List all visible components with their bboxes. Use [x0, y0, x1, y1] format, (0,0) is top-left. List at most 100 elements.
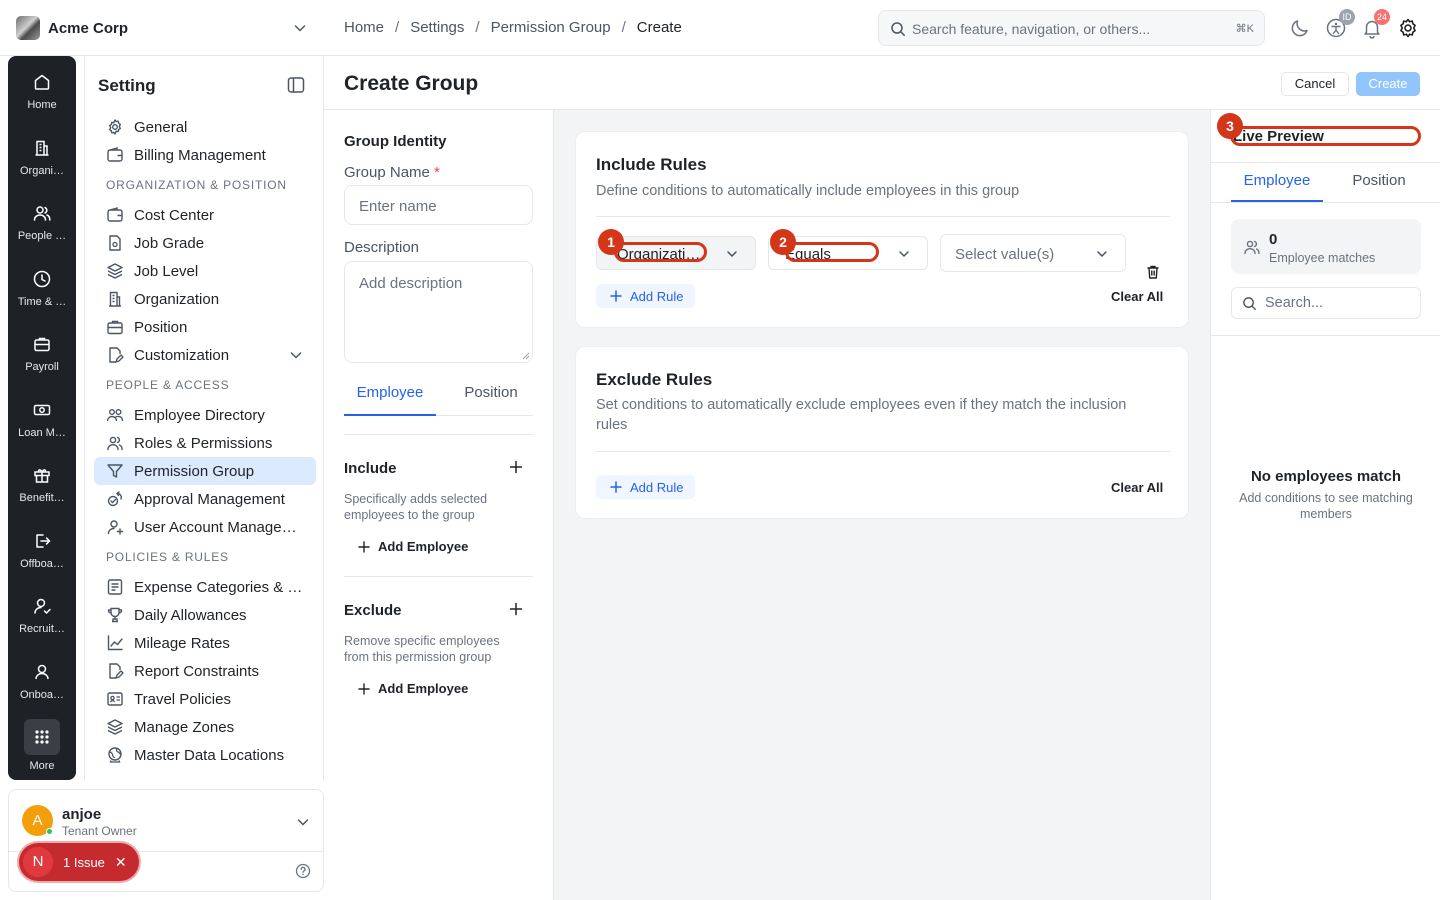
sidebar-item-customization[interactable]: Customization [94, 341, 316, 369]
breadcrumb-settings[interactable]: Settings [410, 19, 464, 36]
chevron-down-icon[interactable] [295, 814, 311, 830]
sidebar-item-employee-directory[interactable]: Employee Directory [94, 401, 316, 429]
exclude-clear-all-button[interactable]: Clear All [1111, 480, 1163, 495]
sidebar-item-user-account-management[interactable]: User Account Management [94, 513, 316, 541]
divider [344, 576, 533, 577]
group-name-placeholder: Enter name [359, 198, 437, 215]
sidebar-item-master-data-locations[interactable]: Master Data Locations [94, 741, 316, 769]
sidebar-item-general[interactable]: General [94, 113, 316, 141]
rail-item-time[interactable]: Time & … [8, 269, 76, 331]
divider [596, 451, 1170, 452]
clock-icon [8, 269, 76, 289]
chevron-down-icon[interactable] [292, 20, 308, 36]
sidebar-item-billing[interactable]: Billing Management [94, 141, 316, 169]
sidebar-item-label: Travel Policies [134, 690, 231, 708]
sidebar-item-expense-categories[interactable]: Expense Categories & … [94, 573, 316, 601]
sidebar-item-job-level[interactable]: Job Level [94, 257, 316, 285]
sidebar-item-position[interactable]: Position [94, 313, 316, 341]
empty-state-description: Add conditions to see matching members [1239, 491, 1413, 521]
breadcrumb: Home / Settings / Permission Group / Cre… [344, 19, 682, 36]
rail-item-home[interactable]: Home [8, 72, 76, 134]
resize-handle-icon[interactable] [522, 352, 530, 360]
rail-label: Home [27, 99, 57, 111]
settings-sidebar: Setting General Billing Management ORGAN… [84, 56, 324, 780]
org-switcher[interactable]: Acme Corp [16, 16, 128, 40]
moon-icon[interactable] [1288, 16, 1312, 40]
wallet-icon [106, 206, 124, 224]
sidebar-item-label: Customization [134, 346, 230, 364]
sidebar-item-job-grade[interactable]: Job Grade [94, 229, 316, 257]
plus-icon [610, 290, 630, 302]
sidebar-collapse-icon[interactable] [287, 76, 305, 94]
rail-label: Benefit… [19, 492, 65, 504]
sidebar-item-permission-group[interactable]: Permission Group [94, 457, 316, 485]
delete-rule-trash-icon[interactable] [1145, 264, 1161, 280]
sidebar-item-approval-management[interactable]: Approval Management [94, 485, 316, 513]
rail-label: Onboa… [19, 689, 65, 701]
building-icon [8, 138, 76, 158]
chevron-down-icon [727, 251, 737, 258]
sidebar-item-daily-allowances[interactable]: Daily Allowances [94, 601, 316, 629]
rail-label: Offboa… [20, 558, 64, 570]
sidebar-item-manage-zones[interactable]: Manage Zones [94, 713, 316, 741]
sidebar-item-report-constraints[interactable]: Report Constraints [94, 657, 316, 685]
user-icon [106, 518, 124, 536]
cancel-button[interactable]: Cancel [1281, 72, 1349, 96]
description-textarea[interactable]: Add description [344, 261, 533, 363]
include-clear-all-button[interactable]: Clear All [1111, 289, 1163, 304]
create-button[interactable]: Create [1356, 72, 1420, 96]
rail-item-organization[interactable]: Organi… [8, 138, 76, 200]
exclude-add-rule-button[interactable]: Add Rule [596, 475, 695, 499]
rail-item-offboarding[interactable]: Offboa… [8, 531, 76, 593]
add-exclude-employee-button[interactable]: Add Employee [358, 681, 468, 696]
rail-label: Loan M… [18, 427, 66, 439]
sidebar-item-cost-center[interactable]: Cost Center [94, 201, 316, 229]
rail-item-more[interactable]: More [8, 719, 76, 781]
rail-item-loan[interactable]: Loan M… [8, 400, 76, 462]
preview-tab-employee[interactable]: Employee [1231, 172, 1323, 202]
breadcrumb-permission-group[interactable]: Permission Group [491, 19, 611, 36]
tab-position[interactable]: Position [448, 380, 534, 416]
document-icon [106, 234, 124, 252]
rules-canvas: Include Rules Define conditions to autom… [554, 110, 1210, 900]
sidebar-item-mileage-rates[interactable]: Mileage Rates [94, 629, 316, 657]
group-name-input[interactable]: Enter name [344, 185, 533, 225]
sidebar-item-organization[interactable]: Organization [94, 285, 316, 313]
logout-icon [8, 531, 76, 551]
rail-item-people[interactable]: People … [8, 203, 76, 265]
include-rules-title: Include Rules [596, 155, 707, 174]
preview-search-input[interactable]: Search... [1231, 287, 1421, 319]
add-include-employee-button[interactable]: Add Employee [358, 539, 468, 554]
plus-icon [610, 481, 630, 493]
rail-item-payroll[interactable]: Payroll [8, 334, 76, 396]
preview-tab-position[interactable]: Position [1333, 172, 1425, 202]
sidebar-item-label: Mileage Rates [134, 634, 230, 652]
rail-item-benefits[interactable]: Benefit… [8, 465, 76, 527]
list-icon [106, 578, 124, 596]
tab-employee[interactable]: Employee [344, 380, 436, 416]
sidebar-item-label: Manage Zones [134, 718, 235, 736]
sidebar-item-travel-policies[interactable]: Travel Policies [94, 685, 316, 713]
grid-icon [24, 719, 60, 755]
chevron-down-icon [1097, 251, 1107, 258]
rail-item-onboarding[interactable]: Onboa… [8, 662, 76, 724]
sidebar-item-roles-permissions[interactable]: Roles & Permissions [94, 429, 316, 457]
gear-icon[interactable] [1396, 16, 1420, 40]
add-exclude-plus-icon[interactable] [509, 602, 523, 616]
search-icon [1242, 296, 1257, 311]
help-icon[interactable] [295, 863, 311, 879]
plus-icon [358, 540, 378, 553]
include-add-rule-button[interactable]: Add Rule [596, 284, 695, 308]
chevron-down-icon[interactable] [288, 347, 304, 363]
add-include-plus-icon[interactable] [509, 460, 523, 474]
global-search-input[interactable]: Search feature, navigation, or others...… [878, 10, 1265, 46]
rail-label: More [29, 760, 55, 772]
live-preview-panel: Live Preview Employee Position 0 Employe… [1210, 110, 1440, 900]
close-icon[interactable]: ✕ [115, 854, 127, 871]
rule-value-select[interactable]: Select value(s) [940, 234, 1126, 272]
sidebar-item-label: General [134, 118, 188, 136]
rail-item-recruitment[interactable]: Recruit… [8, 596, 76, 658]
issue-indicator[interactable]: N 1 Issue ✕ [19, 843, 139, 881]
breadcrumb-home[interactable]: Home [344, 19, 384, 36]
sidebar-item-label: Cost Center [134, 206, 215, 224]
